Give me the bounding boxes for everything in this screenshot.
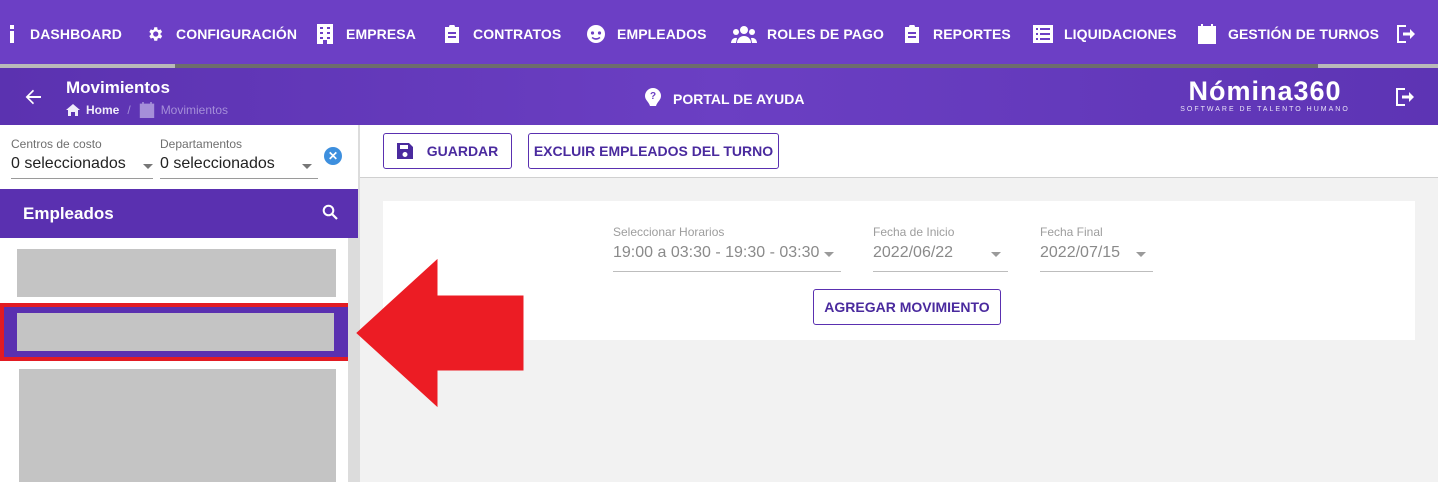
page-title: Movimientos: [66, 78, 170, 97]
schedule-select[interactable]: Seleccionar Horarios 19:00 a 03:30 - 19:…: [613, 225, 841, 272]
info-icon: [4, 23, 20, 45]
field-underline: [11, 178, 153, 179]
arrow-left-icon: [25, 89, 41, 105]
logout-button-secondary[interactable]: [1396, 88, 1416, 111]
department-value: 0 seleccionados: [160, 155, 275, 172]
end-date-label: Fecha Final: [1040, 225, 1103, 239]
nav-item-contratos[interactable]: CONTRATOS: [441, 20, 561, 48]
nav-item-dashboard[interactable]: DASHBOARD: [4, 20, 122, 48]
exclude-employees-button[interactable]: EXCLUIR EMPLEADOS DEL TURNO: [528, 133, 779, 169]
nav-label: REPORTES: [933, 26, 1011, 42]
end-date-field[interactable]: Fecha Final 2022/07/15: [1040, 225, 1153, 272]
nav-label: DASHBOARD: [30, 26, 122, 42]
building-icon: [314, 23, 336, 45]
home-icon: [66, 104, 80, 116]
help-portal-link[interactable]: ? PORTAL DE AYUDA: [645, 88, 804, 109]
employee-list-item-selected[interactable]: [0, 303, 358, 361]
logout-icon: [1396, 88, 1414, 106]
nav-label: EMPRESA: [346, 26, 416, 42]
face-icon: [585, 23, 607, 45]
breadcrumb-separator: /: [127, 103, 131, 117]
employee-list-item[interactable]: [19, 369, 336, 482]
logo-name: Nómina360: [1188, 76, 1342, 106]
save-button[interactable]: GUARDAR: [383, 133, 512, 169]
logout-button[interactable]: [1396, 20, 1428, 48]
department-label: Departamentos: [160, 137, 243, 151]
start-date-field[interactable]: Fecha de Inicio 2022/06/22: [873, 225, 1008, 272]
nav-label: CONTRATOS: [473, 26, 562, 42]
field-underline: [613, 271, 841, 272]
brand-logo: Nómina360 SOFTWARE DE TALENTO HUMANO: [1170, 76, 1360, 113]
help-icon: ?: [645, 88, 661, 109]
list-icon: [1032, 23, 1054, 45]
logout-icon: [1396, 23, 1418, 45]
exclude-label: EXCLUIR EMPLEADOS DEL TURNO: [533, 143, 774, 159]
back-button[interactable]: [22, 86, 44, 108]
field-underline: [873, 271, 1008, 272]
nav-label: CONFIGURACIÓN: [176, 26, 298, 42]
nav-label: LIQUIDACIONES: [1064, 26, 1177, 42]
add-movement-label: AGREGAR MOVIMIENTO: [824, 299, 990, 315]
chevron-down-icon: [991, 252, 1001, 257]
schedule-label: Seleccionar Horarios: [613, 225, 725, 239]
employee-list-item[interactable]: [17, 249, 336, 297]
employee-sidebar: Centros de costo 0 seleccionados Departa…: [0, 125, 360, 482]
field-underline: [1040, 271, 1153, 272]
search-button[interactable]: [322, 204, 338, 225]
department-select[interactable]: Departamentos 0 seleccionados: [160, 137, 318, 179]
chevron-down-icon: [302, 164, 312, 169]
close-icon: ✕: [327, 149, 339, 163]
gear-icon: [144, 23, 166, 45]
nav-label: EMPLEADOS: [617, 26, 707, 42]
field-underline: [160, 178, 318, 179]
breadcrumb-current: Movimientos: [160, 103, 229, 117]
schedule-value: 19:00 a 03:30 - 19:30 - 03:30: [613, 244, 820, 261]
help-label: PORTAL DE AYUDA: [673, 90, 805, 107]
nav-item-roles-de-pago[interactable]: ROLES DE PAGO: [730, 20, 884, 48]
add-movement-button[interactable]: AGREGAR MOVIMIENTO: [813, 289, 1001, 325]
nav-item-empresa[interactable]: EMPRESA: [314, 20, 416, 48]
movement-form-card: Seleccionar Horarios 19:00 a 03:30 - 19:…: [383, 201, 1415, 340]
chevron-down-icon: [143, 164, 153, 169]
chevron-down-icon: [824, 252, 834, 257]
top-navigation: DASHBOARD CONFIGURACIÓN EMPRESA CONTRATO…: [0, 0, 1438, 68]
calendar-icon: [139, 102, 154, 118]
clipboard-icon: [441, 23, 463, 45]
nav-label: ROLES DE PAGO: [767, 26, 884, 42]
start-date-value: 2022/06/22: [873, 244, 954, 261]
cost-center-value: 0 seleccionados: [11, 155, 126, 172]
page-header: Movimientos Home / Movimientos ? PORTAL …: [0, 68, 1438, 125]
annotation-arrow: [356, 258, 524, 408]
svg-text:?: ?: [650, 91, 656, 102]
save-label: GUARDAR: [426, 143, 499, 159]
clipboard-icon: [901, 23, 923, 45]
chevron-down-icon: [1136, 252, 1146, 257]
nav-item-gestion-de-turnos[interactable]: GESTIÓN DE TURNOS: [1196, 20, 1379, 48]
nav-item-empleados[interactable]: EMPLEADOS: [585, 20, 707, 48]
employees-title: Empleados: [23, 204, 114, 223]
breadcrumb-home[interactable]: Home: [86, 103, 119, 117]
cost-center-label: Centros de costo: [11, 137, 102, 151]
logo-tagline: SOFTWARE DE TALENTO HUMANO: [1180, 106, 1350, 113]
group-icon: [730, 23, 757, 45]
cost-center-select[interactable]: Centros de costo 0 seleccionados: [11, 137, 153, 179]
toolbar: GUARDAR EXCLUIR EMPLEADOS DEL TURNO: [360, 125, 1438, 178]
breadcrumb: Home / Movimientos: [66, 102, 228, 118]
nav-label: GESTIÓN DE TURNOS: [1228, 26, 1380, 42]
nav-item-reportes[interactable]: REPORTES: [901, 20, 1011, 48]
nav-item-liquidaciones[interactable]: LIQUIDACIONES: [1032, 20, 1177, 48]
start-date-label: Fecha de Inicio: [873, 225, 955, 239]
nav-item-configuracion[interactable]: CONFIGURACIÓN: [144, 20, 297, 48]
calendar-icon: [1196, 23, 1218, 45]
search-icon: [322, 204, 338, 220]
clear-filters-button[interactable]: ✕: [324, 147, 342, 165]
employee-item-content: [17, 313, 334, 351]
employees-header: Empleados: [0, 189, 358, 238]
save-icon: [396, 143, 413, 159]
